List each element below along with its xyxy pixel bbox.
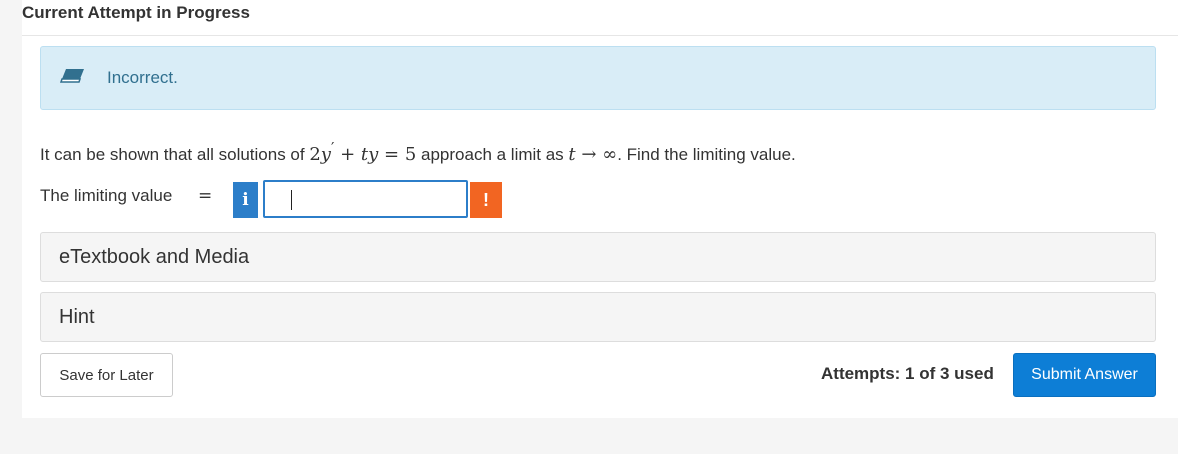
limit-expression: t → ∞ bbox=[568, 144, 617, 165]
eq-equals: = bbox=[378, 144, 405, 165]
eraser-icon bbox=[60, 69, 84, 83]
header-divider bbox=[22, 35, 1178, 36]
save-for-later-button[interactable]: Save for Later bbox=[40, 353, 173, 397]
text-caret bbox=[291, 190, 292, 210]
equation: 2y′ + ty = 5 bbox=[309, 139, 417, 165]
eq-coef: 2 bbox=[309, 144, 321, 165]
question-suffix: . Find the limiting value. bbox=[617, 145, 796, 164]
hint-label: Hint bbox=[59, 306, 95, 328]
answer-input[interactable] bbox=[263, 180, 468, 218]
eq-var-y: y bbox=[320, 144, 331, 165]
etextbook-panel[interactable]: eTextbook and Media bbox=[40, 232, 1156, 282]
page-title: Current Attempt in Progress bbox=[22, 3, 250, 22]
arrow-symbol: → bbox=[575, 144, 603, 165]
answer-label: The limiting value bbox=[40, 186, 173, 205]
question-card: Current Attempt in Progress Incorrect. I… bbox=[22, 0, 1178, 418]
feedback-status: Incorrect. bbox=[107, 68, 178, 87]
equals-sign: = bbox=[198, 186, 213, 206]
etextbook-label: eTextbook and Media bbox=[59, 246, 250, 268]
eq-plus: + bbox=[334, 144, 361, 165]
attempts-counter: Attempts: 1 of 3 used bbox=[821, 364, 994, 383]
submit-answer-button[interactable]: Submit Answer bbox=[1013, 353, 1156, 397]
limit-var: t bbox=[568, 144, 576, 165]
feedback-alert: Incorrect. bbox=[40, 46, 1156, 110]
hint-panel[interactable]: Hint bbox=[40, 292, 1156, 342]
question-middle: approach a limit as bbox=[416, 145, 569, 164]
infinity-symbol: ∞ bbox=[602, 144, 618, 165]
question-text: It can be shown that all solutions of 2y… bbox=[40, 139, 796, 165]
eq-rhs: 5 bbox=[404, 144, 417, 165]
question-prefix: It can be shown that all solutions of bbox=[40, 145, 310, 164]
warning-button[interactable]: ! bbox=[470, 182, 502, 218]
eq-var-y2: y bbox=[368, 144, 379, 165]
info-button[interactable]: i bbox=[233, 182, 258, 218]
